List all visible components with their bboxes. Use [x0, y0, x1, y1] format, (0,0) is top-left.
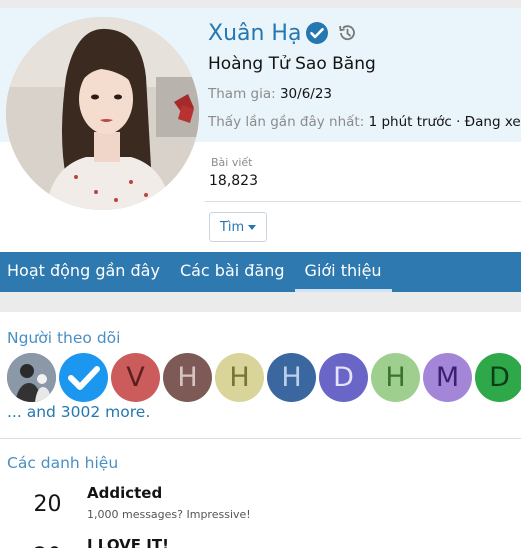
- follower-avatar-letter: H: [385, 362, 406, 393]
- follower-avatar[interactable]: D: [475, 353, 521, 402]
- divider: [0, 438, 521, 439]
- joined-label: Tham gia:: [208, 86, 276, 102]
- follower-avatar[interactable]: M: [423, 353, 472, 402]
- history-icon[interactable]: [337, 23, 357, 43]
- about-panel: Người theo dõi VHHHDHMD ... and 3002 mor…: [0, 312, 521, 548]
- last-seen-label: Thấy lần gần đây nhất:: [208, 114, 365, 130]
- follower-avatar[interactable]: H: [163, 353, 212, 402]
- section-gap: [0, 292, 521, 312]
- tab-posts[interactable]: Các bài đăng: [170, 252, 295, 292]
- find-dropdown-button[interactable]: Tìm: [209, 212, 267, 242]
- follower-avatar-list: VHHHDHMD: [7, 353, 521, 402]
- trophy-name: I LOVE IT!: [87, 536, 169, 548]
- joined-date: 30/6/23: [279, 86, 333, 102]
- follower-avatar-letter: D: [489, 362, 510, 393]
- last-seen-value[interactable]: 1 phút trước · Đang xem: [369, 114, 521, 130]
- follower-avatar-photo[interactable]: [7, 353, 56, 402]
- follower-avatar-letter: H: [177, 362, 198, 393]
- profile-name-row: Xuân Hạ: [208, 18, 357, 48]
- more-followers-link[interactable]: ... and 3002 more.: [7, 403, 150, 421]
- joined-info: Tham gia: 30/6/23: [208, 86, 332, 102]
- verified-badge-icon: [306, 22, 329, 44]
- follower-avatar-letter: H: [229, 362, 250, 393]
- divider: [205, 201, 521, 202]
- trophy-name: Addicted: [87, 484, 163, 502]
- profile-name: Xuân Hạ: [208, 20, 302, 46]
- follower-avatar[interactable]: [59, 353, 108, 402]
- trophies-heading[interactable]: Các danh hiệu: [7, 454, 118, 472]
- trophy-points: 20: [33, 492, 62, 517]
- person-photo-icon: [7, 353, 56, 402]
- follower-avatar[interactable]: D: [319, 353, 368, 402]
- trophy-description: 1,000 messages? Impressive!: [87, 508, 251, 521]
- followers-heading[interactable]: Người theo dõi: [7, 329, 120, 347]
- follower-avatar[interactable]: V: [111, 353, 160, 402]
- user-title: Hoàng Tử Sao Băng: [208, 54, 376, 74]
- follower-avatar[interactable]: H: [371, 353, 420, 402]
- last-seen-info: Thấy lần gần đây nhất: 1 phút trước · Đa…: [208, 114, 521, 130]
- profile-tabs: Hoạt động gần đây Các bài đăng Giới thiệ…: [0, 252, 521, 292]
- tab-about[interactable]: Giới thiệu: [294, 252, 392, 292]
- follower-avatar[interactable]: H: [267, 353, 316, 402]
- follower-avatar-letter: M: [435, 362, 460, 393]
- checkmark-icon: [68, 366, 100, 390]
- caret-down-icon: [248, 224, 257, 230]
- find-button-label: Tìm: [219, 219, 245, 235]
- profile-avatar[interactable]: [6, 17, 199, 210]
- follower-avatar-letter: H: [281, 362, 302, 393]
- tab-recent-activity[interactable]: Hoạt động gần đây: [0, 252, 170, 292]
- top-strip: [0, 0, 521, 8]
- trophy-points: 20: [30, 544, 65, 548]
- posts-stat-label: Bài viết: [211, 156, 253, 169]
- follower-avatar[interactable]: H: [215, 353, 264, 402]
- follower-avatar-letter: V: [126, 362, 145, 393]
- follower-avatar-letter: D: [333, 362, 354, 393]
- posts-stat-value[interactable]: 18,823: [209, 173, 258, 189]
